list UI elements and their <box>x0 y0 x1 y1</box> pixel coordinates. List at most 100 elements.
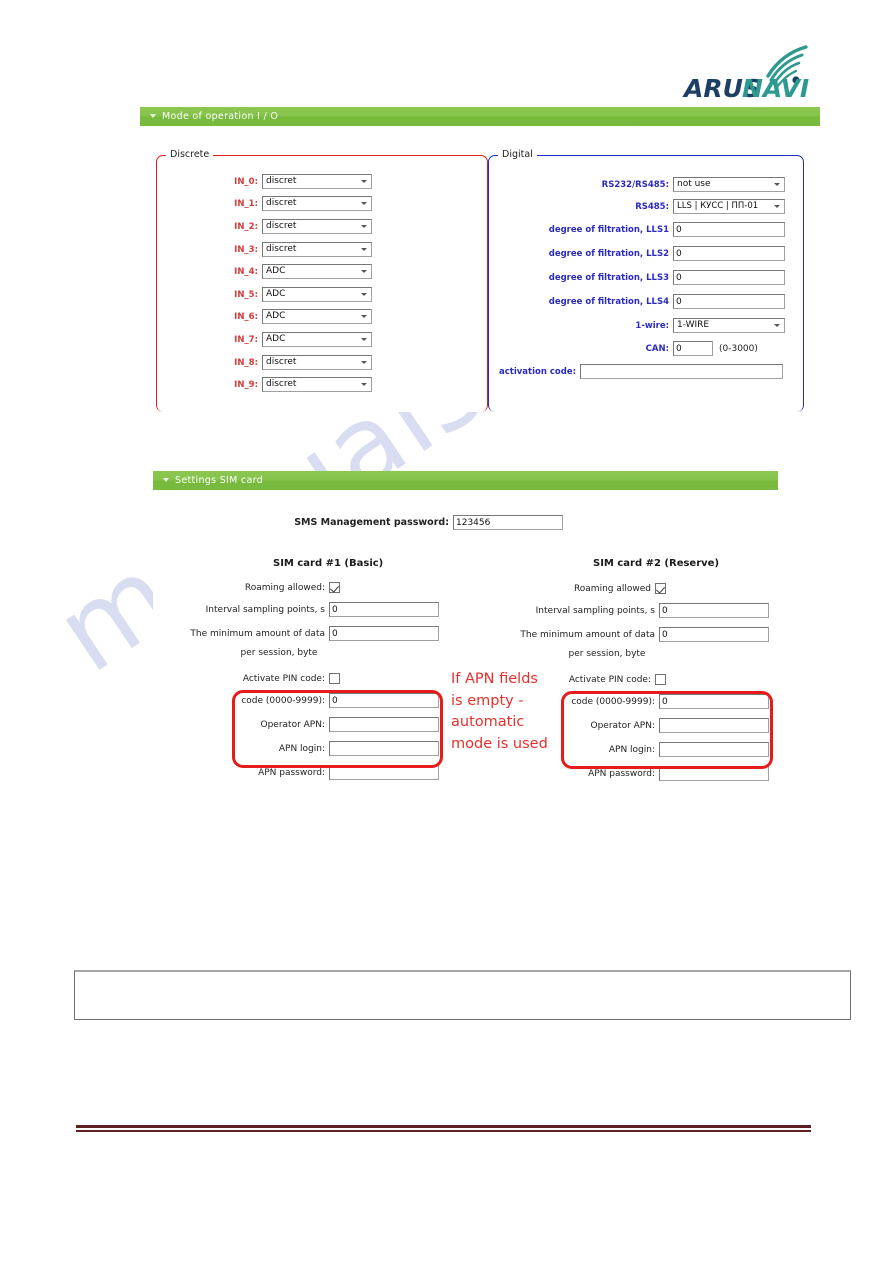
row-in-9: IN_9: discret <box>212 377 372 392</box>
input-filtration-lls4[interactable] <box>673 294 785 309</box>
label-mindata-sim2-sub: per session, byte <box>568 648 646 659</box>
select-rs232-rs485[interactable]: not use <box>673 177 785 192</box>
select-in-4-value: ADC <box>266 266 286 276</box>
label-in-7: IN_7: <box>234 334 258 345</box>
chevron-down-icon <box>361 270 367 273</box>
input-apn-sim1[interactable] <box>329 717 439 732</box>
select-in-0[interactable]: discret <box>262 174 372 189</box>
label-code-sim1: code (0000-9999): <box>241 695 325 706</box>
chevron-down-icon <box>361 202 367 205</box>
chevron-down-icon <box>361 225 367 228</box>
row-apn-login-sim2: APN login: <box>513 742 769 757</box>
row-code-sim2: code (0000-9999): <box>513 694 769 709</box>
row-roaming-sim1: Roaming allowed: <box>233 580 340 595</box>
row-apn-login-sim1: APN login: <box>183 741 439 756</box>
input-interval-sim1[interactable] <box>329 602 439 617</box>
select-in-6[interactable]: ADC <box>262 309 372 324</box>
select-in-5[interactable]: ADC <box>262 287 372 302</box>
panel-body-mode-of-operation: Discrete IN_0: discret IN_1: discret IN_… <box>140 126 820 412</box>
chevron-down-icon <box>361 383 367 386</box>
label-filtration-lls1: degree of filtration, LLS1 <box>548 224 669 235</box>
panel-header-mode-of-operation[interactable]: Mode of operation I / O <box>140 107 820 126</box>
input-apn-password-sim1[interactable] <box>329 765 439 780</box>
select-in-2[interactable]: discret <box>262 219 372 234</box>
label-in-1: IN_1: <box>234 198 258 209</box>
select-in-3[interactable]: discret <box>262 242 372 257</box>
label-pin-sim1: Activate PIN code: <box>242 673 325 684</box>
annotation-apn-note: If APN fields is empty - automatic mode … <box>451 669 548 755</box>
row-mindata-sim1-sub: per session, byte <box>233 645 329 660</box>
input-apn-password-sim2[interactable] <box>659 766 769 781</box>
label-in-0: IN_0: <box>234 176 258 187</box>
input-apn-login-sim2[interactable] <box>659 742 769 757</box>
input-filtration-lls1[interactable] <box>673 222 785 237</box>
label-pin-sim2: Activate PIN code: <box>568 674 651 685</box>
select-rs232-rs485-value: not use <box>677 179 711 189</box>
label-sms-password: SMS Management password: <box>294 517 449 528</box>
logo-text-navi: NAVI <box>742 74 809 103</box>
input-sms-password[interactable] <box>453 515 563 530</box>
row-in-6: IN_6: ADC <box>212 309 372 324</box>
checkbox-pin-sim2[interactable] <box>655 674 666 685</box>
select-in-0-value: discret <box>266 176 297 186</box>
collapse-caret-icon[interactable] <box>163 477 169 482</box>
input-activation-code[interactable] <box>580 364 783 379</box>
chevron-down-icon <box>774 205 780 208</box>
row-in-8: IN_8: discret <box>212 355 372 370</box>
row-in-2: IN_2: discret <box>212 219 372 234</box>
row-apn-sim1: Operator APN: <box>183 717 439 732</box>
select-1-wire[interactable]: 1-WIRE <box>673 318 785 333</box>
label-roaming-sim1: Roaming allowed: <box>244 582 325 593</box>
select-rs485-value: LLS | КУСС | ПП-01 <box>677 201 759 211</box>
input-apn-sim2[interactable] <box>659 718 769 733</box>
label-in-5: IN_5: <box>234 289 258 300</box>
chevron-down-icon <box>361 315 367 318</box>
label-in-9: IN_9: <box>234 379 258 390</box>
row-activation-code: activation code: <box>488 364 783 379</box>
row-can: CAN: (0-3000) <box>506 341 758 356</box>
label-in-3: IN_3: <box>234 244 258 255</box>
select-in-8[interactable]: discret <box>262 355 372 370</box>
annotation-line-3: automatic <box>451 714 525 730</box>
select-in-3-value: discret <box>266 244 297 254</box>
collapse-caret-icon[interactable] <box>150 113 156 118</box>
panel-body-settings-sim-card: SMS Management password: SIM card #1 (Ba… <box>153 490 778 820</box>
select-in-2-value: discret <box>266 221 297 231</box>
select-in-9[interactable]: discret <box>262 377 372 392</box>
row-sms-password: SMS Management password: <box>283 515 563 530</box>
row-mindata-sim2-sub: per session, byte <box>563 646 655 661</box>
checkbox-roaming-sim1[interactable] <box>329 582 340 593</box>
input-mindata-sim1[interactable] <box>329 626 439 641</box>
label-filtration-lls4: degree of filtration, LLS4 <box>548 296 669 307</box>
row-rs232-rs485: RS232/RS485: not use <box>506 177 785 192</box>
label-apn-login-sim1: APN login: <box>278 743 325 754</box>
arusnavi-logo: ARUS NAVI <box>672 34 822 104</box>
chevron-down-icon <box>774 324 780 327</box>
fieldset-discrete: Discrete <box>156 149 488 412</box>
title-sim-card-1: SIM card #1 (Basic) <box>273 558 384 569</box>
row-rs485: RS485: LLS | КУСС | ПП-01 <box>506 199 785 214</box>
checkbox-roaming-sim2[interactable] <box>655 583 666 594</box>
label-apn-sim1: Operator APN: <box>260 719 326 730</box>
label-in-4: IN_4: <box>234 266 258 277</box>
input-interval-sim2[interactable] <box>659 603 769 618</box>
input-can[interactable] <box>673 341 713 356</box>
label-filtration-lls3: degree of filtration, LLS3 <box>548 272 669 283</box>
select-in-1[interactable]: discret <box>262 196 372 211</box>
row-filtration-lls3: degree of filtration, LLS3 <box>506 270 785 285</box>
input-apn-login-sim1[interactable] <box>329 741 439 756</box>
label-can: CAN: <box>645 343 669 354</box>
input-code-sim2[interactable] <box>659 694 769 709</box>
input-filtration-lls2[interactable] <box>673 246 785 261</box>
input-code-sim1[interactable] <box>329 693 439 708</box>
label-in-2: IN_2: <box>234 221 258 232</box>
row-apn-password-sim1: APN password: <box>183 765 439 780</box>
input-mindata-sim2[interactable] <box>659 627 769 642</box>
panel-header-settings-sim-card[interactable]: Settings SIM card <box>153 471 778 490</box>
input-filtration-lls3[interactable] <box>673 270 785 285</box>
select-in-7[interactable]: ADC <box>262 332 372 347</box>
select-rs485[interactable]: LLS | КУСС | ПП-01 <box>673 199 785 214</box>
checkbox-pin-sim1[interactable] <box>329 673 340 684</box>
row-1-wire: 1-wire: 1-WIRE <box>506 318 785 333</box>
select-in-4[interactable]: ADC <box>262 264 372 279</box>
